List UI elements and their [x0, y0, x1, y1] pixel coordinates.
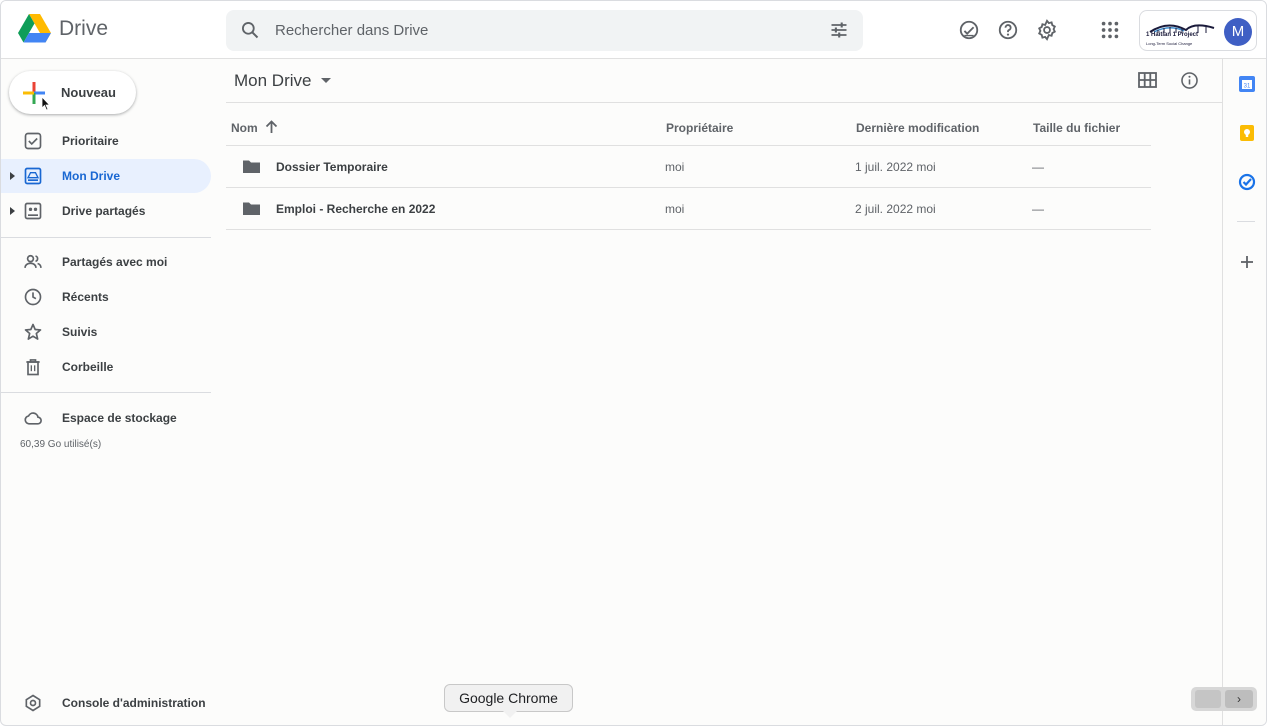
column-header-name[interactable]: Nom [231, 121, 258, 135]
file-name: Dossier Temporaire [276, 160, 388, 174]
help-icon[interactable] [997, 19, 1019, 41]
drive-logo[interactable]: Drive [18, 14, 108, 44]
sidebar-item-storage[interactable]: Espace de stockage [1, 401, 211, 435]
sidebar-item-trash[interactable]: Corbeille [1, 350, 211, 384]
page-title[interactable]: Mon Drive [234, 71, 332, 91]
file-modified-by: moi [916, 202, 936, 216]
calendar-icon[interactable]: 31 [1238, 75, 1256, 93]
account-switcher[interactable]: 1 Haitian 1 Project Long-Term Social Cha… [1139, 10, 1257, 51]
sidebar-item-shared-drives[interactable]: Drive partagés [1, 194, 211, 228]
apps-grid-icon[interactable] [1099, 19, 1121, 41]
search-input[interactable]: Rechercher dans Drive [275, 22, 428, 39]
drive-app: Drive Rechercher dans Drive 1 Haitian 1 … [0, 0, 1267, 726]
sidebar-item-label: Drive partagés [62, 204, 146, 218]
sidebar-item-my-drive[interactable]: Mon Drive [1, 159, 211, 193]
grid-view-icon[interactable] [1138, 72, 1157, 88]
add-addon-plus-icon[interactable] [1238, 253, 1256, 271]
side-panel: 31 [1222, 59, 1266, 725]
table-row[interactable]: Emploi - Recherche en 2022 moi 2 juil. 2… [226, 188, 1151, 230]
sidebar-item-label: Console d'administration [62, 696, 206, 710]
file-size: — [1032, 202, 1044, 216]
video-controls[interactable]: › [1191, 687, 1257, 711]
column-header-owner[interactable]: Propriétaire [666, 121, 733, 135]
mouse-cursor-icon [41, 96, 51, 111]
file-modified: 1 juil. 2022 moi [855, 160, 936, 174]
folder-icon [243, 160, 260, 173]
sidebar-divider [1, 237, 211, 238]
sidebar-item-priority[interactable]: Prioritaire [1, 124, 211, 158]
keep-icon[interactable] [1238, 124, 1256, 142]
sidebar-divider [1, 392, 211, 393]
folder-icon [243, 202, 260, 215]
priority-check-icon [24, 132, 42, 150]
expand-arrow-icon[interactable] [10, 207, 15, 215]
file-modified-date: 1 juil. 2022 [855, 160, 914, 174]
sidebar-item-admin-console[interactable]: Console d'administration [1, 686, 211, 720]
search-options-icon[interactable] [829, 20, 849, 40]
top-bar: Drive Rechercher dans Drive 1 Haitian 1 … [1, 1, 1266, 59]
next-button[interactable]: › [1225, 690, 1253, 708]
sidebar-item-shared-with-me[interactable]: Partagés avec moi [1, 245, 211, 279]
column-header-modified[interactable]: Dernière modification [856, 121, 979, 135]
star-icon [24, 323, 42, 340]
cloud-icon [24, 412, 42, 425]
svg-text:31: 31 [1244, 84, 1251, 90]
dropdown-arrow-icon [321, 78, 332, 83]
new-button[interactable]: Nouveau [9, 71, 136, 114]
sidebar-item-label: Partagés avec moi [62, 255, 168, 269]
sidebar-item-label: Corbeille [62, 360, 114, 374]
column-header-size[interactable]: Taille du fichier [1033, 121, 1120, 135]
avatar[interactable]: M [1224, 18, 1252, 46]
trash-icon [26, 359, 40, 376]
sidebar-item-label: Prioritaire [62, 134, 119, 148]
tasks-icon[interactable] [1238, 173, 1256, 191]
shared-drives-icon [24, 202, 42, 220]
new-button-label: Nouveau [61, 85, 116, 100]
info-icon[interactable] [1180, 71, 1199, 90]
settings-gear-icon[interactable] [1036, 19, 1058, 41]
file-owner: moi [665, 202, 685, 216]
table-row[interactable]: Dossier Temporaire moi 1 juil. 2022 moi … [226, 146, 1151, 188]
app-name: Drive [59, 17, 109, 40]
search-bar[interactable]: Rechercher dans Drive [226, 10, 863, 51]
file-name: Emploi - Recherche en 2022 [276, 202, 436, 216]
drive-logo-icon [18, 14, 51, 43]
sidebar-item-recent[interactable]: Récents [1, 280, 211, 314]
page-title-text: Mon Drive [234, 71, 312, 90]
offline-ready-icon[interactable] [958, 19, 980, 41]
storage-used-text: 60,39 Go utilisé(s) [20, 439, 102, 450]
sidebar-item-label: Mon Drive [62, 169, 121, 183]
expand-arrow-icon[interactable] [10, 172, 15, 180]
toolbar-divider [226, 102, 1222, 103]
sidebar-item-label: Récents [62, 290, 109, 304]
my-drive-icon [24, 167, 42, 185]
side-panel-divider [1237, 221, 1255, 222]
pause-button[interactable] [1195, 690, 1221, 708]
file-modified-by: moi [916, 160, 936, 174]
search-icon[interactable] [240, 20, 260, 40]
sidebar-item-starred[interactable]: Suivis [1, 315, 211, 349]
file-modified-date: 2 juil. 2022 [855, 202, 914, 216]
file-size: — [1032, 160, 1044, 174]
sidebar-item-label: Suivis [62, 325, 98, 339]
people-icon [24, 254, 42, 268]
sidebar-item-label: Espace de stockage [62, 411, 177, 425]
organization-name: 1 Haitian 1 Project [1146, 32, 1199, 38]
admin-console-icon [25, 694, 41, 712]
sort-arrow-up-icon[interactable] [265, 120, 278, 134]
organization-tagline: Long-Term Social Change [1146, 41, 1193, 46]
file-owner: moi [665, 160, 685, 174]
file-modified: 2 juil. 2022 moi [855, 202, 936, 216]
clock-icon [24, 288, 42, 306]
dock-tooltip: Google Chrome [444, 684, 573, 718]
